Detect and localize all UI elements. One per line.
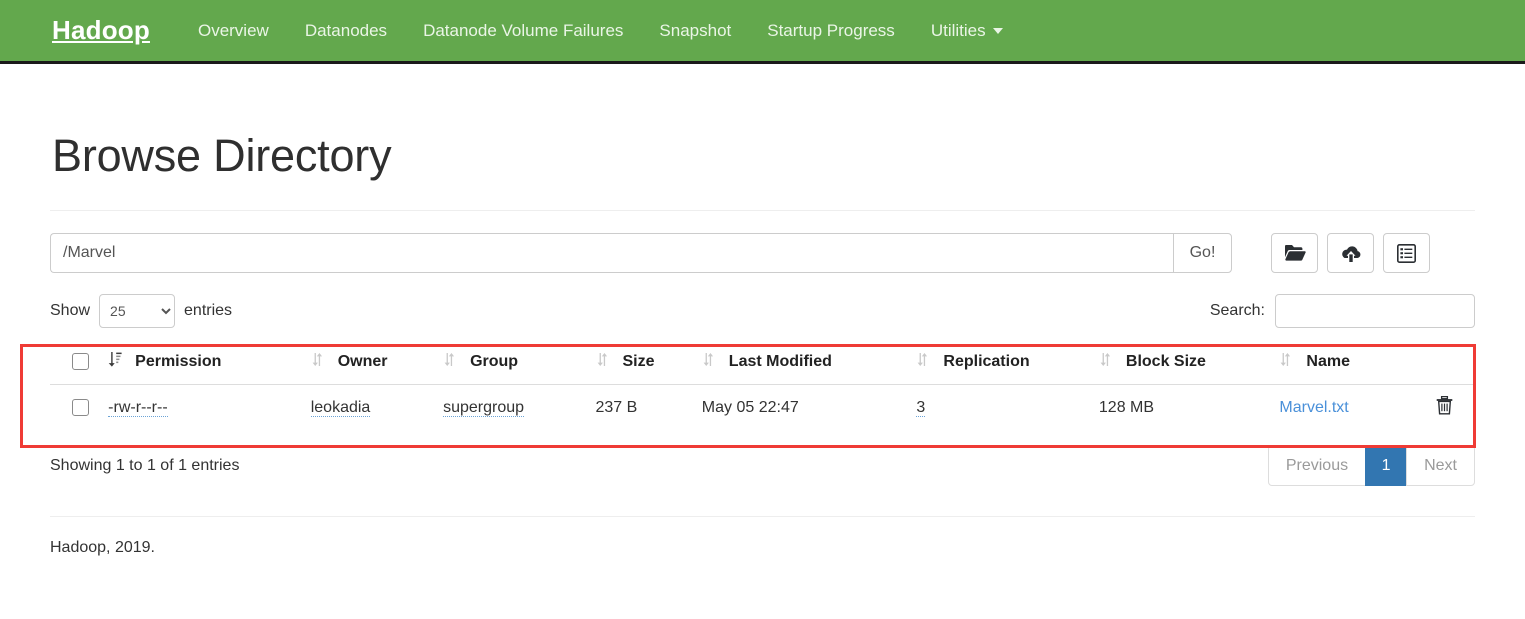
sort-icon (311, 352, 327, 372)
folder-open-icon (1284, 244, 1306, 262)
column-header-owner[interactable]: Owner (310, 342, 444, 385)
pagination-previous-button[interactable]: Previous (1267, 445, 1367, 486)
show-label: Show (50, 302, 91, 319)
column-label-group: Group (470, 353, 519, 370)
create-directory-button[interactable] (1271, 233, 1318, 273)
datatable-footer: Showing 1 to 1 of 1 entries Previous 1 N… (50, 445, 1475, 486)
go-button[interactable]: Go! (1173, 233, 1232, 273)
column-label-size: Size (622, 353, 655, 370)
cloud-upload-icon (1340, 244, 1362, 263)
nav-item-datanode-volume-failures[interactable]: Datanode Volume Failures (405, 21, 641, 41)
path-action-buttons (1271, 233, 1430, 273)
copyright-text: Hadoop, 2019. (50, 539, 155, 556)
search-control: Search: (1210, 294, 1475, 328)
upload-files-button[interactable] (1327, 233, 1374, 273)
search-input[interactable] (1275, 294, 1475, 328)
entries-length-select[interactable]: 25 50 100 (99, 294, 176, 328)
column-label-replication: Replication (943, 353, 1030, 370)
nav-item-datanodes[interactable]: Datanodes (287, 21, 405, 41)
nav-label-datanode-volume-failures: Datanode Volume Failures (423, 20, 624, 40)
nav-item-snapshot[interactable]: Snapshot (641, 21, 749, 41)
cell-replication: 3 (916, 384, 1099, 433)
permission-value[interactable]: -rw-r--r-- (108, 399, 168, 417)
page-container: Browse Directory Go! (20, 130, 1476, 557)
files-table-head: Permission Owner Group Size Last Modifie… (50, 342, 1475, 385)
entries-length-label: Show 25 50 100 entries (50, 294, 232, 328)
column-header-replication[interactable]: Replication (916, 342, 1099, 385)
nav-label-snapshot: Snapshot (659, 20, 732, 40)
nav-item-overview[interactable]: Overview (180, 21, 287, 41)
datatable-controls: Show 25 50 100 entries Search: (50, 294, 1475, 328)
cell-name: Marvel.txt (1279, 384, 1415, 433)
caret-down-icon (992, 28, 1003, 35)
nav-label-startup-progress: Startup Progress (767, 20, 895, 40)
row-select-cell (50, 384, 109, 433)
column-label-block-size: Block Size (1125, 353, 1206, 370)
entries-info: Showing 1 to 1 of 1 entries (50, 456, 240, 474)
snapshot-list-button[interactable] (1383, 233, 1430, 273)
sort-icon (1279, 352, 1295, 372)
pagination-page-1-button[interactable]: 1 (1365, 445, 1408, 486)
brand-hadoop[interactable]: Hadoop (52, 15, 150, 46)
directory-path-input[interactable] (50, 233, 1173, 273)
sort-icon (596, 352, 612, 372)
search-label: Search: (1210, 294, 1475, 328)
row-select-checkbox[interactable] (72, 399, 89, 417)
column-header-actions (1414, 342, 1475, 385)
sort-icon (1099, 352, 1115, 372)
column-label-last-modified: Last Modified (728, 353, 832, 370)
title-divider (50, 210, 1475, 211)
path-input-group: Go! (50, 233, 1232, 273)
entries-label: entries (184, 302, 233, 319)
path-toolbar: Go! (50, 233, 1475, 273)
trash-icon (1436, 395, 1453, 418)
footer-divider (50, 516, 1475, 517)
table-row: -rw-r--r-- leokadia supergroup 237 B May… (50, 384, 1475, 433)
select-all-checkbox[interactable] (72, 353, 89, 371)
table-header-row: Permission Owner Group Size Last Modifie… (50, 342, 1475, 385)
cell-delete (1414, 384, 1475, 433)
file-name-link[interactable]: Marvel.txt (1279, 399, 1348, 416)
pagination: Previous 1 Next (1267, 445, 1475, 486)
list-alt-icon (1397, 243, 1416, 263)
top-navbar: Hadoop Overview Datanodes Datanode Volum… (0, 0, 1525, 64)
delete-file-button[interactable] (1436, 395, 1453, 418)
column-header-block-size[interactable]: Block Size (1098, 342, 1280, 385)
files-table: Permission Owner Group Size Last Modifie… (50, 342, 1475, 433)
cell-group: supergroup (443, 384, 596, 433)
nav-label-datanodes: Datanodes (304, 20, 388, 40)
group-value[interactable]: supergroup (443, 399, 525, 417)
cell-block-size: 128 MB (1098, 384, 1280, 433)
search-label-text: Search: (1209, 302, 1265, 319)
sort-icon (916, 352, 932, 372)
column-label-permission: Permission (135, 353, 222, 370)
column-header-last-modified[interactable]: Last Modified (701, 342, 917, 385)
owner-value[interactable]: leokadia (310, 399, 371, 417)
nav-item-startup-progress[interactable]: Startup Progress (749, 21, 913, 41)
pagination-next-button[interactable]: Next (1406, 445, 1475, 486)
cell-owner: leokadia (310, 384, 444, 433)
cell-last-modified: May 05 22:47 (701, 384, 917, 433)
column-header-select-all[interactable] (50, 342, 109, 385)
files-table-body: -rw-r--r-- leokadia supergroup 237 B May… (50, 384, 1475, 433)
cell-size: 237 B (595, 384, 702, 433)
page-title: Browse Directory (52, 130, 392, 181)
column-header-size[interactable]: Size (595, 342, 702, 385)
replication-value[interactable]: 3 (916, 399, 926, 417)
nav-label-overview: Overview (197, 20, 269, 40)
sort-icon (702, 352, 718, 372)
files-table-wrapper: Permission Owner Group Size Last Modifie… (20, 342, 1476, 448)
column-label-owner: Owner (337, 353, 388, 370)
sort-amount-desc-icon (108, 352, 124, 372)
nav-label-utilities: Utilities (930, 20, 986, 40)
cell-permission: -rw-r--r-- (108, 384, 311, 433)
column-header-name[interactable]: Name (1279, 342, 1415, 385)
nav-links: Overview Datanodes Datanode Volume Failu… (180, 21, 1021, 41)
entries-length-control: Show 25 50 100 entries (50, 294, 232, 328)
column-label-name: Name (1306, 353, 1350, 370)
nav-item-utilities[interactable]: Utilities (913, 21, 1021, 41)
column-header-permission[interactable]: Permission (108, 342, 311, 385)
column-header-group[interactable]: Group (443, 342, 596, 385)
sort-icon (443, 352, 459, 372)
